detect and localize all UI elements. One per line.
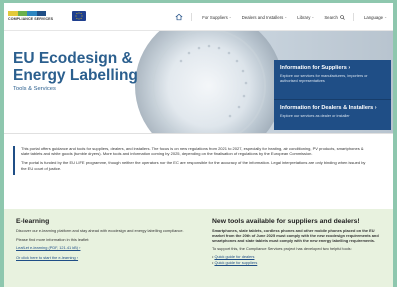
hero-banner: EU Ecodesign & Energy Labelling Tools & …: [4, 31, 393, 133]
chevron-down-icon: ⌄: [311, 15, 315, 19]
logo-text: COMPLIANCE SERVICES: [8, 17, 54, 21]
nav-dealers[interactable]: Dealers and Installers ⌄: [242, 15, 288, 20]
chevron-down-icon: ⌄: [284, 15, 288, 19]
language-label: Language: [363, 14, 384, 20]
nav-divider: [352, 13, 354, 21]
nav-library-label: Library: [297, 14, 311, 20]
list-item: • Quick guide for suppliers: [212, 259, 258, 265]
suppliers-card-desc: Explore our services for manufacturers, …: [280, 74, 368, 83]
eu-flag-icon: [72, 11, 86, 21]
site-header: COMPLIANCE SERVICES For Suppliers ⌄ Deal…: [4, 3, 393, 31]
nav-suppliers-label: For Suppliers: [202, 14, 228, 20]
home-icon: [175, 13, 183, 21]
tools-list: • Quick guide for dealers • Quick guide …: [212, 254, 388, 265]
features-section: E-learning Discover our e-learning platf…: [4, 209, 393, 287]
elearning-column: E-learning Discover our e-learning platf…: [16, 218, 186, 265]
new-tools-title: New tools available for suppliers and de…: [212, 218, 360, 225]
suppliers-info-card[interactable]: Information for Suppliers › Explore our …: [274, 60, 391, 100]
compliance-services-logo[interactable]: COMPLIANCE SERVICES: [8, 11, 68, 24]
nav-search-label: Search: [324, 14, 338, 20]
page-title: EU Ecodesign & Energy Labelling: [13, 50, 138, 84]
new-tools-column: New tools available for suppliers and de…: [212, 218, 388, 265]
start-elearning-link[interactable]: Or click here to start the e-learning ›: [16, 255, 186, 260]
main-nav: For Suppliers ⌄ Dealers and Installers ⌄…: [165, 3, 387, 31]
funding-paragraph: The portal is funded by the EU LIFE prog…: [21, 160, 366, 171]
nav-library[interactable]: Library ⌄: [297, 15, 314, 20]
chevron-down-icon: ⌄: [228, 15, 232, 19]
logo-stripe-3: [27, 11, 37, 16]
dealers-guide-link[interactable]: Quick guide for dealers: [214, 254, 254, 259]
elearning-more: Please find more information in this lea…: [16, 237, 90, 243]
search-icon: [340, 14, 345, 20]
new-tools-desc: Smartphones, slate tablets, cordless pho…: [212, 228, 379, 244]
logo-stripe: [8, 11, 46, 16]
nav-divider: [191, 13, 193, 21]
elearning-desc: Discover our e-learning platform and sta…: [16, 228, 184, 233]
dealers-card-title: Information for Dealers & Installers ›: [280, 105, 377, 111]
nav-suppliers[interactable]: For Suppliers ⌄: [202, 15, 232, 20]
dealers-card-desc: Explore our services as dealer or instal…: [280, 114, 350, 118]
logo-stripe-1: [8, 11, 18, 16]
intro-section: This portal offers guidance and tools fo…: [4, 133, 393, 209]
chevron-down-icon: ⌄: [384, 15, 387, 19]
suppliers-guide-link[interactable]: Quick guide for suppliers: [214, 260, 257, 265]
intro-paragraph: This portal offers guidance and tools fo…: [21, 146, 364, 157]
nav-search[interactable]: Search: [324, 15, 345, 20]
logo-stripe-4: [36, 11, 46, 16]
elearning-title: E-learning: [16, 218, 50, 225]
page-subtitle: Tools & Services: [13, 86, 56, 92]
nav-dealers-label: Dealers and Installers: [241, 14, 284, 20]
leaflet-link[interactable]: LeafLet e-learning (PDF, 121.41 kB) ›: [16, 245, 186, 250]
page: COMPLIANCE SERVICES For Suppliers ⌄ Deal…: [4, 3, 393, 287]
language-selector[interactable]: Language ⌄: [364, 15, 387, 20]
logo-stripe-2: [17, 11, 27, 16]
home-link[interactable]: [175, 13, 183, 21]
new-tools-support: To support this, the Compliance Services…: [212, 246, 352, 252]
suppliers-card-title: Information for Suppliers ›: [280, 65, 351, 71]
intro-notice: This portal offers guidance and tools fo…: [13, 146, 369, 175]
dealers-info-card[interactable]: Information for Dealers & Installers › E…: [274, 100, 391, 130]
